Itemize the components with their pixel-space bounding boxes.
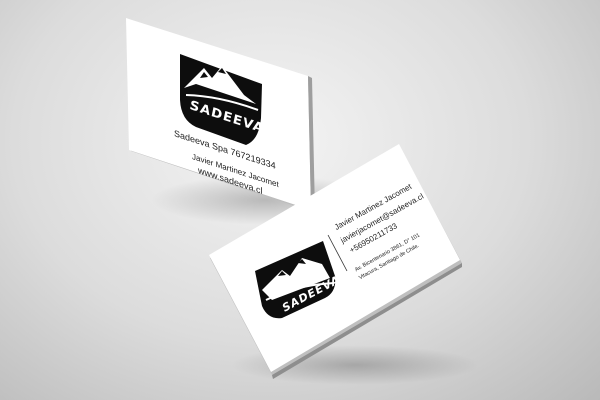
front-card-shape bbox=[209, 144, 462, 379]
front-business-card: SADEEVA Javier Martinez Jacomet javierja… bbox=[0, 0, 600, 400]
